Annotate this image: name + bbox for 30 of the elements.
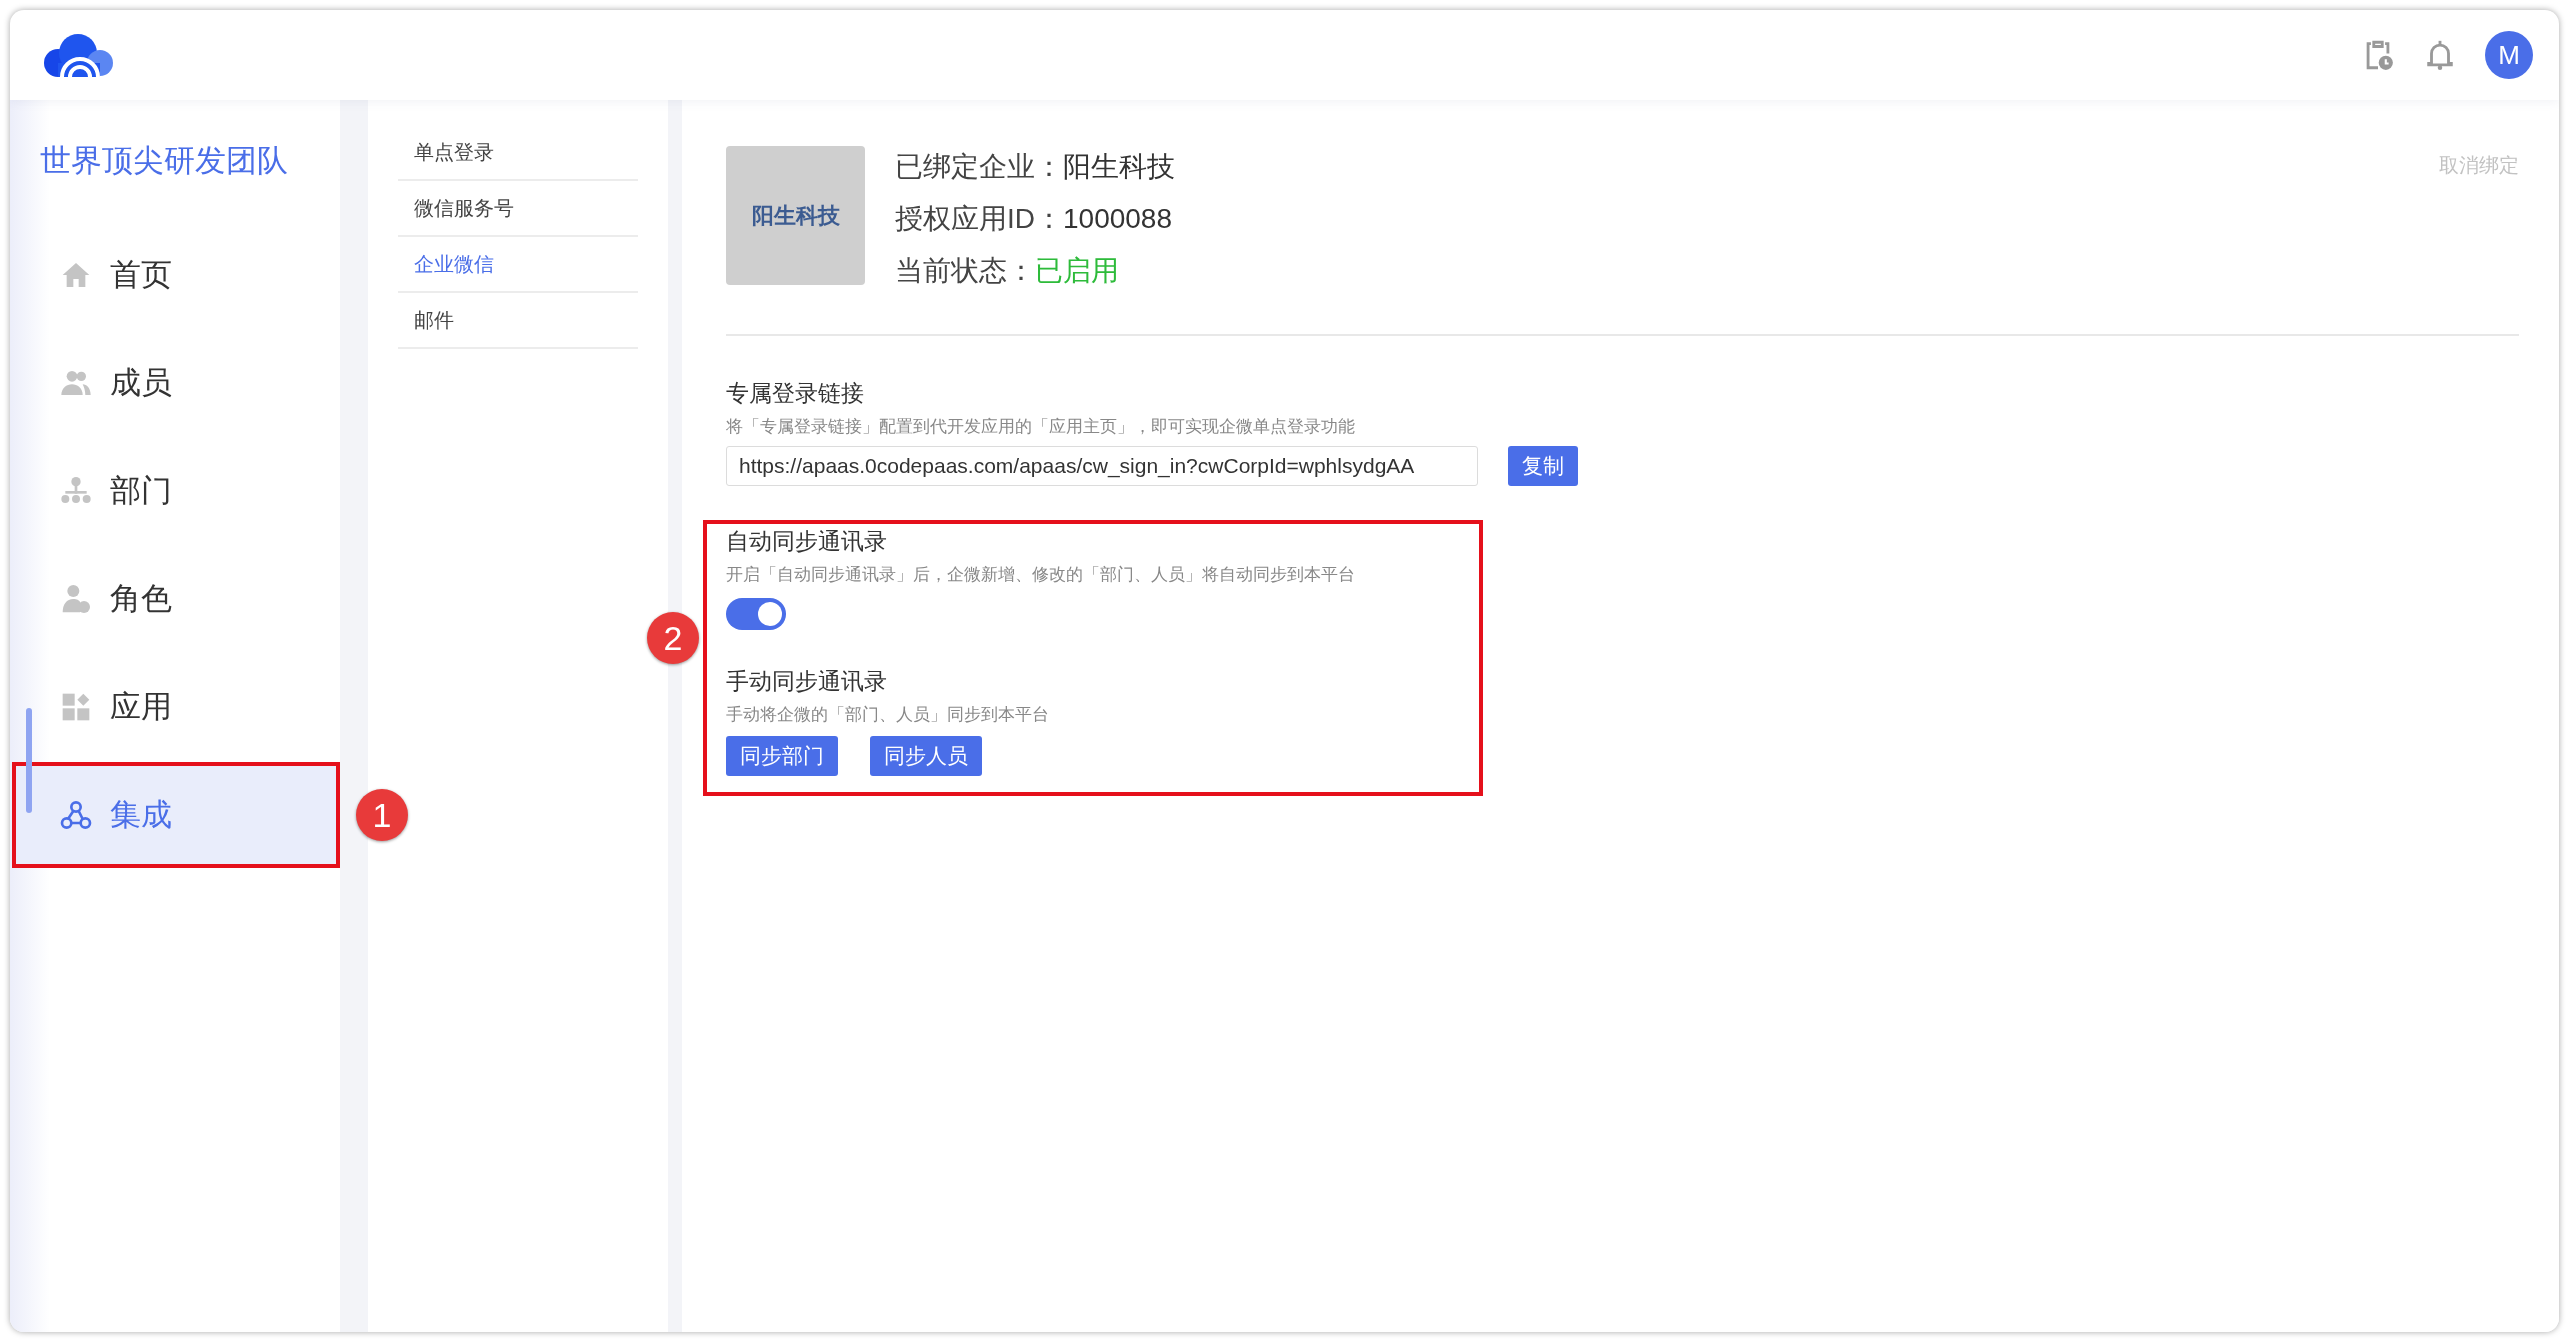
submenu-item[interactable]: 邮件 (398, 293, 638, 349)
user-avatar[interactable]: M (2485, 31, 2533, 79)
webhook-icon (60, 799, 92, 831)
sidebar-item[interactable]: 首页 (12, 222, 340, 328)
section-description: 手动将企微的「部门、人员」同步到本平台 (726, 704, 1050, 726)
submenu-item[interactable]: 微信服务号 (398, 181, 638, 237)
link-field[interactable]: https://apaas.0codepaas.com/apaas/cw_sign_in?cwCorpId=wphlsydgAA (726, 446, 1478, 486)
submenu-item[interactable]: 单点登录 (398, 125, 638, 181)
sidebar-item[interactable]: 角色 (12, 546, 340, 652)
toggle-switch[interactable] (726, 598, 786, 630)
sidebar-item[interactable]: 应用 (12, 654, 340, 760)
section-title: 手动同步通讯录 (726, 667, 888, 696)
section-title: 专属登录链接 (726, 379, 865, 408)
sidebar-item[interactable]: 成员 (12, 330, 340, 436)
callout-marker: 1 (356, 789, 408, 841)
sync-button[interactable]: 同步部门 (726, 736, 838, 776)
info-line: 已绑定企业：阳生科技 (895, 150, 1175, 184)
copy-button[interactable]: 复制 (1508, 446, 1578, 486)
team-name: 世界顶尖研发团队 (39, 142, 289, 180)
section-title: 自动同步通讯录 (726, 527, 888, 556)
company-logo: 阳生科技 (726, 146, 865, 285)
submenu-item[interactable]: 企业微信 (398, 237, 638, 293)
info-line: 当前状态：已启用 (895, 254, 1120, 288)
callout-marker: 2 (647, 612, 699, 664)
grid-icon (60, 691, 92, 723)
sync-button[interactable]: 同步人员 (870, 736, 982, 776)
sidebar-item[interactable]: 部门 (12, 438, 340, 544)
info-line: 授权应用ID：1000088 (895, 202, 1173, 236)
section-description: 将「专属登录链接」配置到代开发应用的「应用主页」，即可实现企微单点登录功能 (726, 416, 1356, 438)
section-description: 开启「自动同步通讯录」后，企微新增、修改的「部门、人员」将自动同步到本平台 (726, 564, 1356, 586)
